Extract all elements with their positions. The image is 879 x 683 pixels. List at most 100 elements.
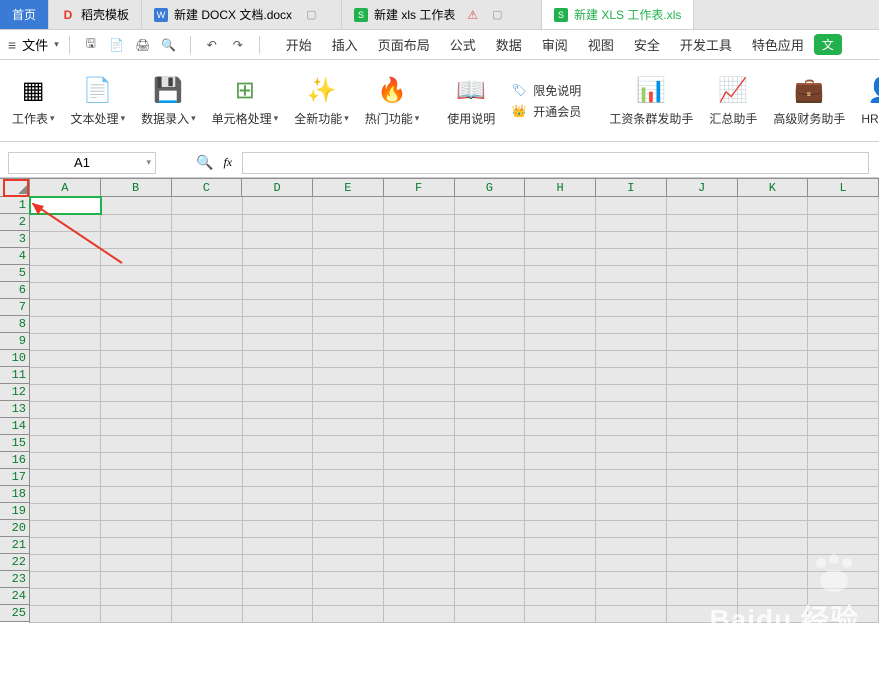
cell-D6[interactable] bbox=[242, 282, 313, 299]
menu-security[interactable]: 安全 bbox=[634, 35, 660, 54]
cell-A25[interactable] bbox=[30, 605, 101, 622]
cell-G1[interactable] bbox=[454, 197, 525, 214]
cell-C10[interactable] bbox=[171, 350, 242, 367]
cell-I1[interactable] bbox=[596, 197, 667, 214]
cell-D4[interactable] bbox=[242, 248, 313, 265]
cell-J16[interactable] bbox=[666, 452, 737, 469]
cell-B14[interactable] bbox=[101, 418, 172, 435]
col-header-I[interactable]: I bbox=[596, 179, 667, 196]
cell-H16[interactable] bbox=[525, 452, 596, 469]
cell-K15[interactable] bbox=[737, 435, 808, 452]
cell-A19[interactable] bbox=[30, 503, 101, 520]
fx-label[interactable]: fx bbox=[223, 155, 232, 170]
cell-D15[interactable] bbox=[242, 435, 313, 452]
row-header-6[interactable]: 6 bbox=[0, 282, 29, 299]
cell-C23[interactable] bbox=[171, 571, 242, 588]
cell-K1[interactable] bbox=[737, 197, 808, 214]
cell-C17[interactable] bbox=[171, 469, 242, 486]
ribbon-hr[interactable]: 👤HR助手 bbox=[853, 74, 879, 127]
col-header-E[interactable]: E bbox=[313, 179, 384, 196]
cell-G21[interactable] bbox=[454, 537, 525, 554]
ribbon-cell-proc[interactable]: ⊞单元格处理▾ bbox=[204, 74, 287, 127]
cell-L9[interactable] bbox=[808, 333, 879, 350]
cell-L20[interactable] bbox=[808, 520, 879, 537]
cell-I4[interactable] bbox=[596, 248, 667, 265]
cell-A20[interactable] bbox=[30, 520, 101, 537]
cell-L21[interactable] bbox=[808, 537, 879, 554]
cell-H4[interactable] bbox=[525, 248, 596, 265]
cell-I12[interactable] bbox=[596, 384, 667, 401]
cell-H12[interactable] bbox=[525, 384, 596, 401]
cell-B24[interactable] bbox=[101, 588, 172, 605]
col-header-J[interactable]: J bbox=[667, 179, 738, 196]
col-header-B[interactable]: B bbox=[101, 179, 172, 196]
cell-C25[interactable] bbox=[171, 605, 242, 622]
menu-dev-tools[interactable]: 开发工具 bbox=[680, 35, 732, 54]
cell-I21[interactable] bbox=[596, 537, 667, 554]
cell-D23[interactable] bbox=[242, 571, 313, 588]
cell-L7[interactable] bbox=[808, 299, 879, 316]
cell-F8[interactable] bbox=[384, 316, 455, 333]
cell-G14[interactable] bbox=[454, 418, 525, 435]
cell-E24[interactable] bbox=[313, 588, 384, 605]
menu-start[interactable]: 开始 bbox=[286, 35, 312, 54]
cell-D2[interactable] bbox=[242, 214, 313, 231]
cell-G13[interactable] bbox=[454, 401, 525, 418]
cell-D1[interactable] bbox=[242, 197, 313, 214]
cell-I3[interactable] bbox=[596, 231, 667, 248]
cell-C12[interactable] bbox=[171, 384, 242, 401]
cell-F10[interactable] bbox=[384, 350, 455, 367]
save-icon[interactable]: 🖫 bbox=[80, 34, 102, 56]
cell-A24[interactable] bbox=[30, 588, 101, 605]
row-header-23[interactable]: 23 bbox=[0, 571, 29, 588]
cell-K17[interactable] bbox=[737, 469, 808, 486]
row-header-1[interactable]: 1 bbox=[0, 197, 29, 214]
cell-G24[interactable] bbox=[454, 588, 525, 605]
cell-C11[interactable] bbox=[171, 367, 242, 384]
cell-I11[interactable] bbox=[596, 367, 667, 384]
cell-E19[interactable] bbox=[313, 503, 384, 520]
cell-I16[interactable] bbox=[596, 452, 667, 469]
cell-C1[interactable] bbox=[171, 197, 242, 214]
cell-E11[interactable] bbox=[313, 367, 384, 384]
cell-I18[interactable] bbox=[596, 486, 667, 503]
cell-A17[interactable] bbox=[30, 469, 101, 486]
cell-J6[interactable] bbox=[666, 282, 737, 299]
formula-input[interactable] bbox=[242, 152, 869, 174]
name-box[interactable]: A1▾ bbox=[8, 152, 156, 174]
cell-A5[interactable] bbox=[30, 265, 101, 282]
cell-C13[interactable] bbox=[171, 401, 242, 418]
cell-B11[interactable] bbox=[101, 367, 172, 384]
cell-C6[interactable] bbox=[171, 282, 242, 299]
cell-J24[interactable] bbox=[666, 588, 737, 605]
cell-G4[interactable] bbox=[454, 248, 525, 265]
cell-J18[interactable] bbox=[666, 486, 737, 503]
cell-I19[interactable] bbox=[596, 503, 667, 520]
cell-A8[interactable] bbox=[30, 316, 101, 333]
cell-B22[interactable] bbox=[101, 554, 172, 571]
cell-I25[interactable] bbox=[596, 605, 667, 622]
cell-L22[interactable] bbox=[808, 554, 879, 571]
cell-L3[interactable] bbox=[808, 231, 879, 248]
cell-H7[interactable] bbox=[525, 299, 596, 316]
cell-I20[interactable] bbox=[596, 520, 667, 537]
cell-B10[interactable] bbox=[101, 350, 172, 367]
cell-F2[interactable] bbox=[384, 214, 455, 231]
cell-L16[interactable] bbox=[808, 452, 879, 469]
ribbon-summary[interactable]: 📈汇总助手 bbox=[701, 74, 765, 127]
cell-B5[interactable] bbox=[101, 265, 172, 282]
row-header-16[interactable]: 16 bbox=[0, 452, 29, 469]
cell-D8[interactable] bbox=[242, 316, 313, 333]
cell-L5[interactable] bbox=[808, 265, 879, 282]
cell-B1[interactable] bbox=[101, 197, 172, 214]
limit-free-button[interactable]: 🏷限免说明 bbox=[511, 82, 581, 99]
cell-C20[interactable] bbox=[171, 520, 242, 537]
row-header-15[interactable]: 15 bbox=[0, 435, 29, 452]
cell-F5[interactable] bbox=[384, 265, 455, 282]
cell-I24[interactable] bbox=[596, 588, 667, 605]
cell-G15[interactable] bbox=[454, 435, 525, 452]
cell-J25[interactable] bbox=[666, 605, 737, 622]
cell-J20[interactable] bbox=[666, 520, 737, 537]
cell-F25[interactable] bbox=[384, 605, 455, 622]
cell-K2[interactable] bbox=[737, 214, 808, 231]
